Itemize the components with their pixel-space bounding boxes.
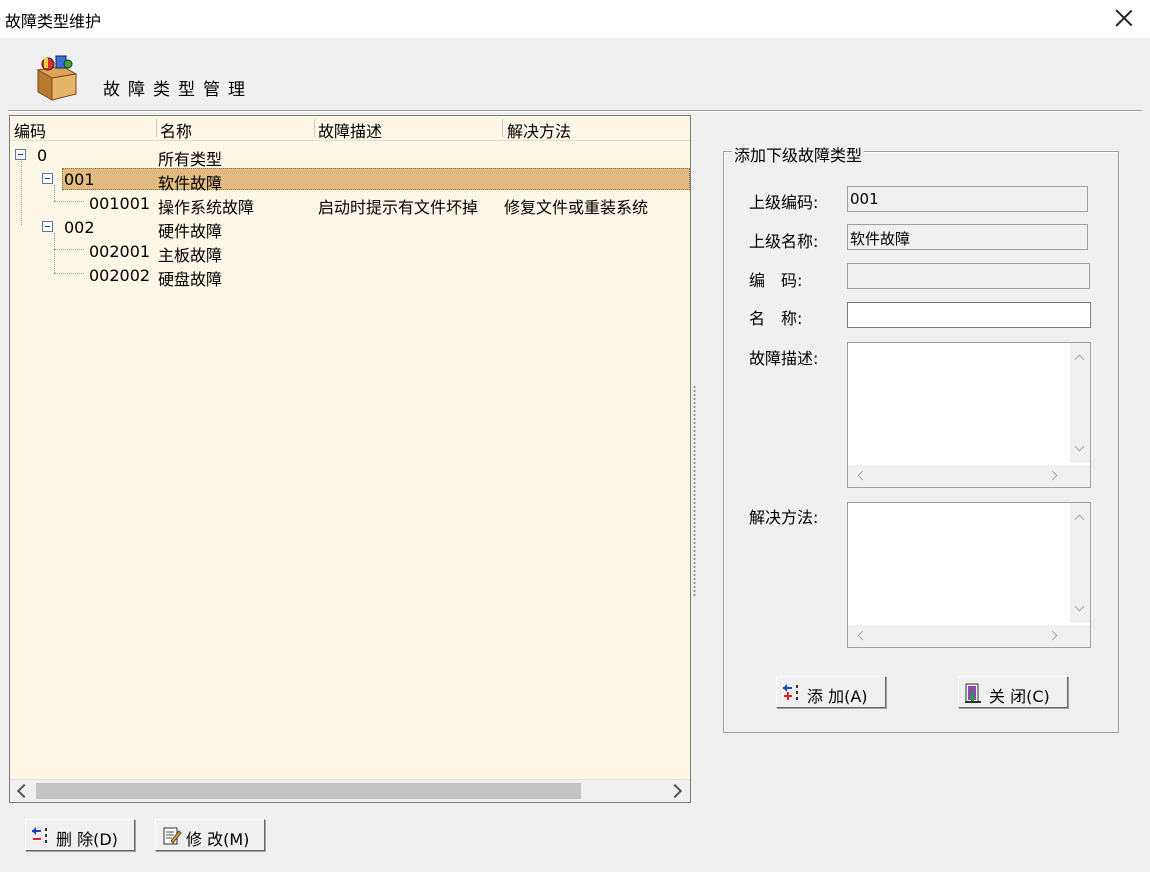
panel-splitter[interactable]: [693, 385, 696, 597]
tree-column-header: 编码 名称 故障描述 解决方法: [10, 116, 690, 141]
description-horizontal-scrollbar[interactable]: [848, 465, 1090, 487]
parent-name-label: 上级名称:: [749, 232, 819, 251]
scroll-left-icon[interactable]: [16, 783, 32, 799]
tree-horizontal-scrollbar[interactable]: [10, 779, 690, 802]
parent-code-label: 上级编码:: [749, 193, 819, 212]
chevron-down-icon[interactable]: [1074, 601, 1085, 612]
column-name[interactable]: 名称: [160, 118, 192, 142]
exit-door-icon: [965, 683, 981, 703]
scrollbar-thumb[interactable]: [36, 783, 581, 799]
tree-row[interactable]: 002001 主板故障: [10, 240, 690, 265]
collapse-icon[interactable]: [15, 149, 26, 160]
modify-button[interactable]: 修 改(M): [155, 819, 265, 851]
close-button[interactable]: 关 闭(C): [958, 676, 1068, 708]
tree-row[interactable]: 001001 操作系统故障 启动时提示有文件坏掉 修复文件或重装系统: [10, 192, 690, 217]
chevron-up-icon[interactable]: [1074, 354, 1085, 365]
code-label: 编 码:: [749, 271, 803, 290]
group-title: 添加下级故障类型: [732, 142, 865, 166]
column-solution[interactable]: 解决方法: [507, 118, 571, 142]
tree-row[interactable]: 002002 硬盘故障: [10, 264, 690, 289]
chevron-left-icon[interactable]: [857, 470, 868, 481]
collapse-icon[interactable]: [42, 221, 53, 232]
description-textarea[interactable]: [847, 342, 1091, 488]
close-window-button[interactable]: [1112, 6, 1136, 30]
add-button[interactable]: 添 加(A): [776, 676, 886, 708]
chevron-up-icon[interactable]: [1074, 514, 1085, 525]
parent-code-field: 001: [847, 186, 1088, 212]
tree-row[interactable]: 002 硬件故障: [10, 216, 690, 241]
add-icon: [783, 684, 798, 700]
code-field: [847, 263, 1090, 289]
description-label: 故障描述:: [749, 349, 819, 368]
toolbox-icon: [36, 55, 78, 101]
column-code[interactable]: 编码: [14, 118, 46, 142]
title-bar: 故障类型维护: [0, 0, 1150, 39]
header-divider: [8, 110, 1142, 112]
chevron-left-icon[interactable]: [857, 630, 868, 641]
page-title: 故障类型管理: [103, 80, 253, 100]
scroll-right-icon[interactable]: [667, 783, 683, 799]
solution-horizontal-scrollbar[interactable]: [848, 625, 1090, 647]
chevron-right-icon[interactable]: [1047, 630, 1058, 641]
solution-textarea[interactable]: [847, 502, 1091, 648]
parent-name-field: 软件故障: [847, 224, 1088, 250]
edit-document-icon: [163, 827, 182, 845]
chevron-down-icon[interactable]: [1074, 441, 1085, 452]
fault-type-tree[interactable]: 编码 名称 故障描述 解决方法 0 所有类型 001 软件故障 001001 操…: [9, 115, 691, 803]
description-vertical-scrollbar[interactable]: [1070, 343, 1090, 463]
tree-row-selected[interactable]: 001 软件故障: [10, 168, 690, 193]
solution-vertical-scrollbar[interactable]: [1070, 503, 1090, 623]
collapse-icon[interactable]: [42, 173, 53, 184]
solution-label: 解决方法:: [749, 508, 819, 527]
window-title: 故障类型维护: [5, 12, 102, 31]
tree-row[interactable]: 0 所有类型: [10, 144, 690, 169]
delete-icon: [32, 827, 47, 843]
name-label: 名 称:: [749, 309, 803, 328]
delete-button[interactable]: 删 除(D): [25, 819, 135, 851]
name-input[interactable]: [847, 302, 1091, 328]
chevron-right-icon[interactable]: [1047, 470, 1058, 481]
column-description[interactable]: 故障描述: [318, 118, 382, 142]
